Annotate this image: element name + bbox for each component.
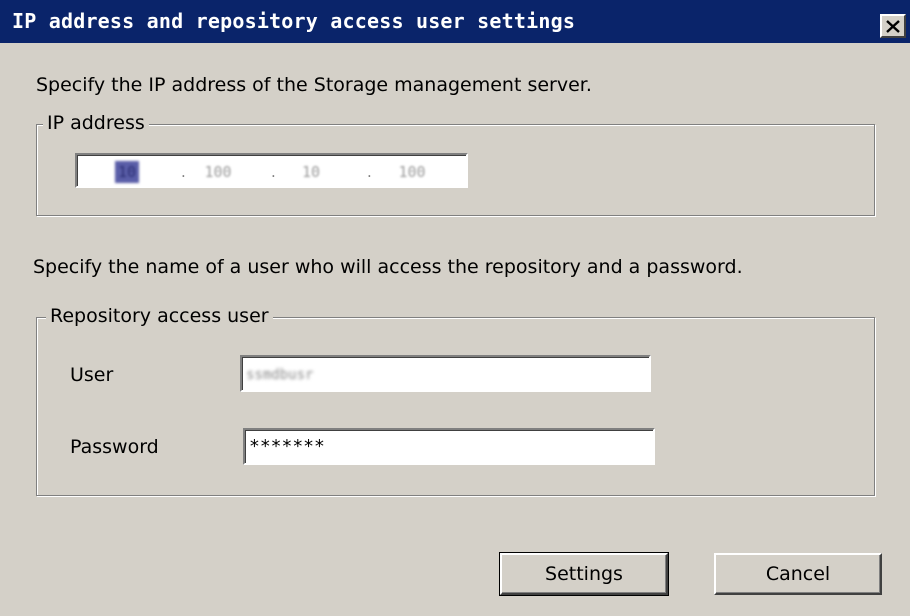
ip-instruction: Specify the IP address of the Storage ma… — [36, 74, 592, 96]
password-input[interactable]: ******* — [243, 428, 655, 465]
ip-separator: . — [181, 163, 186, 181]
repository-access-user-group-label: Repository access user — [46, 305, 273, 327]
ip-octet-1[interactable]: 10 — [115, 161, 139, 183]
ip-octet-3[interactable]: 10 — [299, 161, 323, 183]
ip-octet-2[interactable]: 100 — [201, 161, 235, 183]
settings-button[interactable]: Settings — [499, 552, 669, 596]
user-instruction: Specify the name of a user who will acce… — [33, 256, 743, 278]
window-title: IP address and repository access user se… — [12, 9, 576, 33]
cancel-button[interactable]: Cancel — [714, 553, 882, 595]
close-icon — [886, 19, 900, 33]
ip-octet-4[interactable]: 100 — [395, 161, 429, 183]
ip-address-group-label: IP address — [43, 112, 149, 134]
user-label: User — [70, 364, 114, 386]
user-value: ssmdbusr — [246, 367, 314, 383]
password-value: ******* — [249, 436, 325, 457]
ip-separator: . — [367, 163, 372, 181]
close-button[interactable] — [880, 14, 906, 38]
ip-separator: . — [271, 163, 276, 181]
user-input[interactable]: ssmdbusr — [240, 355, 651, 392]
ip-address-field[interactable]: 10 . 100 . 10 . 100 — [75, 153, 468, 188]
title-bar: IP address and repository access user se… — [0, 0, 910, 43]
settings-dialog: IP address and repository access user se… — [0, 0, 910, 616]
password-label: Password — [70, 436, 159, 458]
repository-access-user-group — [36, 317, 875, 496]
